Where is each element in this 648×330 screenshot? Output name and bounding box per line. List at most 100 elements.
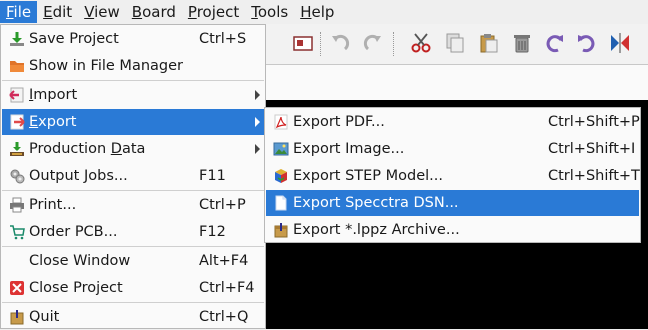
- pdf-icon: [273, 114, 289, 130]
- menu-item-label: Quit: [29, 309, 60, 325]
- cart-icon: [9, 224, 25, 240]
- menu-item-label: Print...: [29, 197, 77, 213]
- menu-item-label: Production Data: [29, 141, 146, 157]
- menu-item-save-project[interactable]: Save Project Ctrl+S: [2, 26, 264, 52]
- menu-item-shortcut: Ctrl+Q: [199, 309, 249, 325]
- undo-icon[interactable]: [329, 32, 351, 54]
- menu-item-label: Order PCB...: [29, 224, 118, 240]
- submenu-arrow-icon: [255, 117, 260, 127]
- rotate-cw-icon[interactable]: [575, 32, 597, 54]
- menu-item-label: Export: [29, 114, 77, 130]
- menu-tools[interactable]: Tools: [245, 1, 294, 23]
- menu-item-export[interactable]: Export: [2, 109, 264, 135]
- menu-item-shortcut: Ctrl+F4: [199, 280, 255, 296]
- menu-separator: [2, 246, 264, 247]
- export-submenu: Export PDF... Ctrl+Shift+P Export Image.…: [264, 107, 641, 243]
- menu-item-shortcut: Ctrl+S: [199, 31, 247, 47]
- menu-item-export-lppz-archive[interactable]: Export *.lppz Archive...: [266, 217, 639, 243]
- submenu-arrow-icon: [255, 90, 260, 100]
- menu-item-close-project[interactable]: Close Project Ctrl+F4: [2, 275, 264, 301]
- menu-item-import[interactable]: Import: [2, 82, 264, 108]
- menu-view-mnemonic: V: [84, 3, 95, 21]
- export-icon: [9, 114, 25, 130]
- rotate-ccw-icon[interactable]: [544, 32, 566, 54]
- menu-project-label: roject: [196, 3, 240, 21]
- menu-item-label: Close Project: [29, 280, 123, 296]
- print-icon: [9, 197, 25, 213]
- menu-view[interactable]: View: [78, 1, 126, 23]
- menu-item-quit[interactable]: Quit Ctrl+Q: [2, 304, 264, 330]
- menu-item-shortcut: F12: [199, 224, 226, 240]
- image-icon: [273, 141, 289, 157]
- delete-icon[interactable]: [511, 32, 533, 54]
- toolbar-separator: [320, 32, 322, 56]
- menu-item-label: Import: [29, 87, 78, 103]
- menu-separator: [2, 190, 264, 191]
- menu-item-export-specctra-dsn[interactable]: Export Specctra DSN...: [266, 190, 639, 216]
- archive-icon: [273, 222, 289, 238]
- menu-tools-mnemonic: T: [251, 3, 258, 21]
- submenu-arrow-icon: [255, 144, 260, 154]
- menu-file-mnemonic: F: [6, 3, 14, 21]
- menu-item-output-jobs[interactable]: Output Jobs... F11: [2, 163, 264, 189]
- menu-item-label: Close Window: [29, 253, 131, 269]
- menu-item-show-in-file-manager[interactable]: Show in File Manager: [2, 53, 264, 79]
- board-icon[interactable]: [292, 32, 314, 54]
- menu-item-shortcut: F11: [199, 168, 226, 184]
- menu-item-export-step-model[interactable]: Export STEP Model... Ctrl+Shift+T: [266, 163, 640, 189]
- menu-bar: File Edit View Board Project Tools Help: [0, 0, 648, 24]
- menu-item-export-image[interactable]: Export Image... Ctrl+Shift+I: [266, 136, 639, 162]
- menu-item-shortcut: Ctrl+Shift+I: [548, 141, 636, 157]
- menu-item-label: Output Jobs...: [29, 168, 128, 184]
- menu-item-shortcut: Alt+F4: [199, 253, 249, 269]
- menu-item-label: Save Project: [29, 31, 119, 47]
- quit-icon: [9, 309, 25, 325]
- menu-item-shortcut: Ctrl+P: [199, 197, 246, 213]
- file-menu: Save Project Ctrl+S Show in File Manager…: [0, 24, 266, 329]
- import-icon: [9, 87, 25, 103]
- output-jobs-icon: [9, 168, 25, 184]
- save-icon: [9, 31, 25, 47]
- toolbar: [266, 24, 648, 65]
- menu-edit[interactable]: Edit: [37, 1, 78, 23]
- step-model-icon: [273, 168, 289, 184]
- menu-view-label: iew: [94, 3, 120, 21]
- redo-icon[interactable]: [362, 32, 384, 54]
- menu-board-mnemonic: B: [131, 3, 143, 21]
- menu-item-label: Export PDF...: [293, 114, 385, 130]
- menu-item-label: Export STEP Model...: [293, 168, 444, 184]
- menu-edit-mnemonic: E: [43, 3, 53, 21]
- production-data-icon: [9, 141, 25, 157]
- menu-item-export-pdf[interactable]: Export PDF... Ctrl+Shift+P: [266, 109, 640, 135]
- menu-tools-label: ools: [257, 3, 289, 21]
- menu-item-order-pcb[interactable]: Order PCB... F12: [2, 219, 264, 245]
- close-project-icon: [9, 280, 25, 296]
- cut-icon[interactable]: [410, 32, 432, 54]
- menu-file[interactable]: File: [0, 1, 38, 23]
- menu-separator: [2, 80, 264, 81]
- menu-help-label: elp: [311, 3, 335, 21]
- menu-item-label: Export *.lppz Archive...: [293, 222, 460, 238]
- menu-board-label: oard: [142, 3, 176, 21]
- menu-separator: [2, 302, 264, 303]
- menu-file-label: ile: [13, 3, 32, 21]
- menu-item-label: Export Image...: [293, 141, 405, 157]
- menu-project-mnemonic: P: [187, 3, 197, 21]
- menu-help-mnemonic: H: [300, 3, 312, 21]
- copy-icon[interactable]: [444, 32, 466, 54]
- secondary-toolbar: [266, 65, 648, 100]
- menu-edit-label: dit: [52, 3, 73, 21]
- menu-item-label: Export Specctra DSN...: [293, 195, 459, 211]
- menu-item-shortcut: Ctrl+Shift+T: [548, 168, 640, 184]
- menu-board[interactable]: Board: [126, 1, 182, 23]
- menu-project[interactable]: Project: [182, 1, 245, 23]
- menu-item-label: Show in File Manager: [29, 58, 183, 74]
- menu-item-close-window[interactable]: Close Window Alt+F4: [2, 248, 264, 274]
- menu-item-production-data[interactable]: Production Data: [2, 136, 264, 162]
- flip-icon[interactable]: [609, 32, 631, 54]
- paste-icon[interactable]: [478, 32, 500, 54]
- toolbar-separator: [393, 32, 395, 56]
- menu-item-print[interactable]: Print... Ctrl+P: [2, 192, 264, 218]
- dsn-file-icon: [273, 195, 289, 211]
- menu-help[interactable]: Help: [294, 1, 340, 23]
